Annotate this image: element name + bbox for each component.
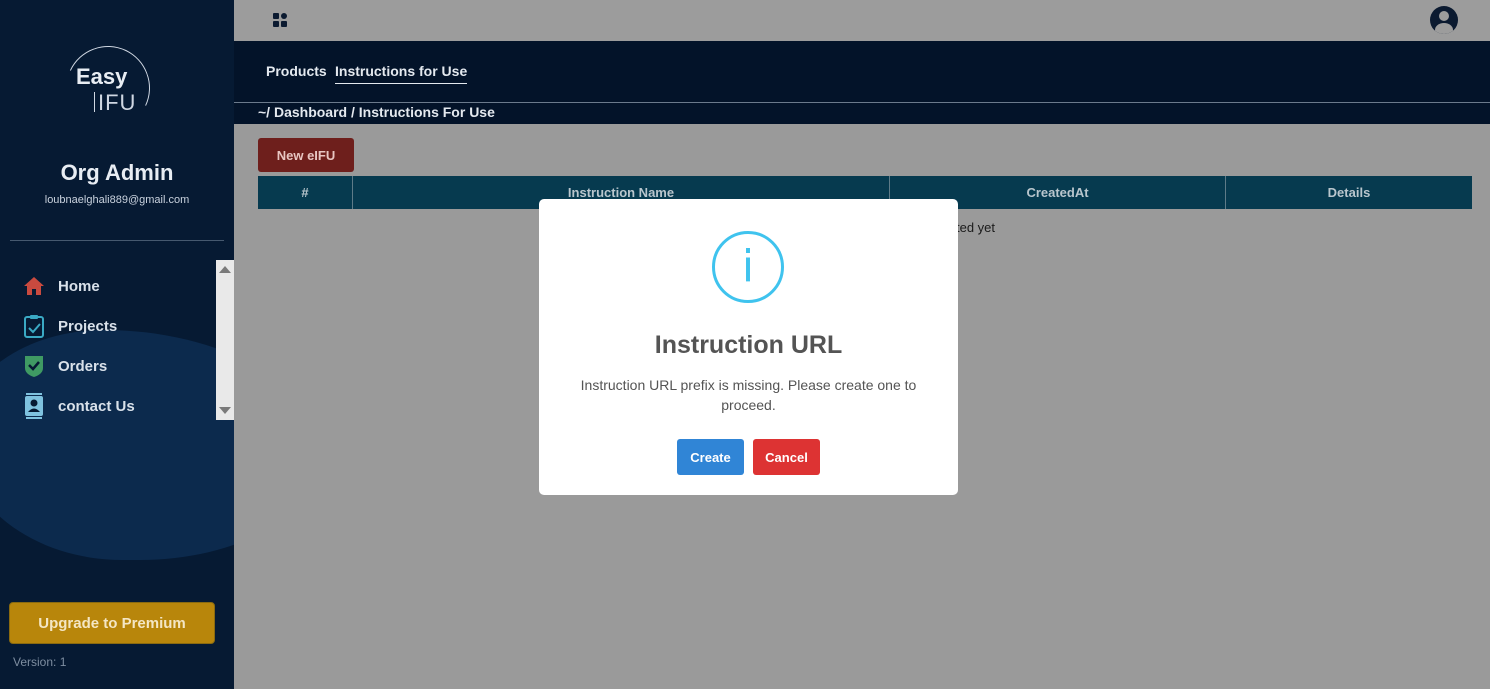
upgrade-button[interactable]: Upgrade to Premium — [9, 602, 215, 644]
scroll-down-arrow-icon[interactable] — [219, 407, 231, 414]
dialog-message: Instruction URL prefix is missing. Pleas… — [580, 377, 917, 413]
home-icon — [22, 274, 46, 298]
sidebar-item-home[interactable]: Home — [22, 266, 135, 306]
instruction-url-dialog: i Instruction URL Instruction URL prefix… — [539, 199, 958, 495]
column-header-number[interactable]: # — [258, 176, 353, 209]
logo-text-ifu: IFU — [98, 90, 137, 115]
info-icon: i — [712, 231, 784, 303]
sidebar-item-contact[interactable]: contact Us — [22, 386, 135, 426]
logo-text-easy: Easy — [76, 64, 128, 89]
cancel-button[interactable]: Cancel — [753, 439, 820, 475]
tab-products[interactable]: Products — [266, 63, 327, 79]
tab-instructions-for-use[interactable]: Instructions for Use — [335, 63, 468, 84]
sidebar: Easy IFU Org Admin loubnaelghali889@gmai… — [0, 0, 234, 689]
sidebar-item-label: contact Us — [58, 397, 135, 415]
sidebar-item-label: Projects — [58, 317, 118, 335]
shield-check-icon — [22, 354, 46, 378]
user-avatar-icon[interactable] — [1430, 6, 1458, 34]
logo-divider — [94, 92, 95, 112]
scroll-up-arrow-icon[interactable] — [219, 266, 231, 273]
new-eifu-button[interactable]: New eIFU — [258, 138, 354, 172]
create-button[interactable]: Create — [677, 439, 744, 475]
sidebar-divider — [10, 240, 224, 241]
top-header — [234, 0, 1490, 41]
grid-menu-icon[interactable] — [273, 13, 287, 27]
breadcrumb: ~/ Dashboard / Instructions For Use — [258, 104, 495, 120]
breadcrumb-bar: ~/ Dashboard / Instructions For Use — [234, 102, 1490, 124]
clipboard-check-icon — [22, 314, 46, 338]
sidebar-nav: Home Projects Orders contact Us — [22, 266, 135, 426]
org-email: loubnaelghali889@gmail.com — [44, 194, 190, 206]
sidebar-item-orders[interactable]: Orders — [22, 346, 135, 386]
contact-card-icon — [22, 393, 46, 419]
empty-table-message: ted yet — [956, 220, 996, 235]
tabs-bar: Products Instructions for Use — [234, 41, 1490, 102]
sidebar-item-projects[interactable]: Projects — [22, 306, 135, 346]
sidebar-item-label: Home — [58, 277, 100, 295]
sidebar-item-label: Orders — [58, 357, 108, 375]
column-header-details[interactable]: Details — [1226, 176, 1472, 209]
sidebar-scrollbar[interactable] — [216, 260, 234, 420]
org-name: Org Admin — [60, 160, 174, 185]
version-label: Version: 1 — [13, 655, 67, 669]
dialog-title: Instruction URL — [654, 331, 843, 359]
